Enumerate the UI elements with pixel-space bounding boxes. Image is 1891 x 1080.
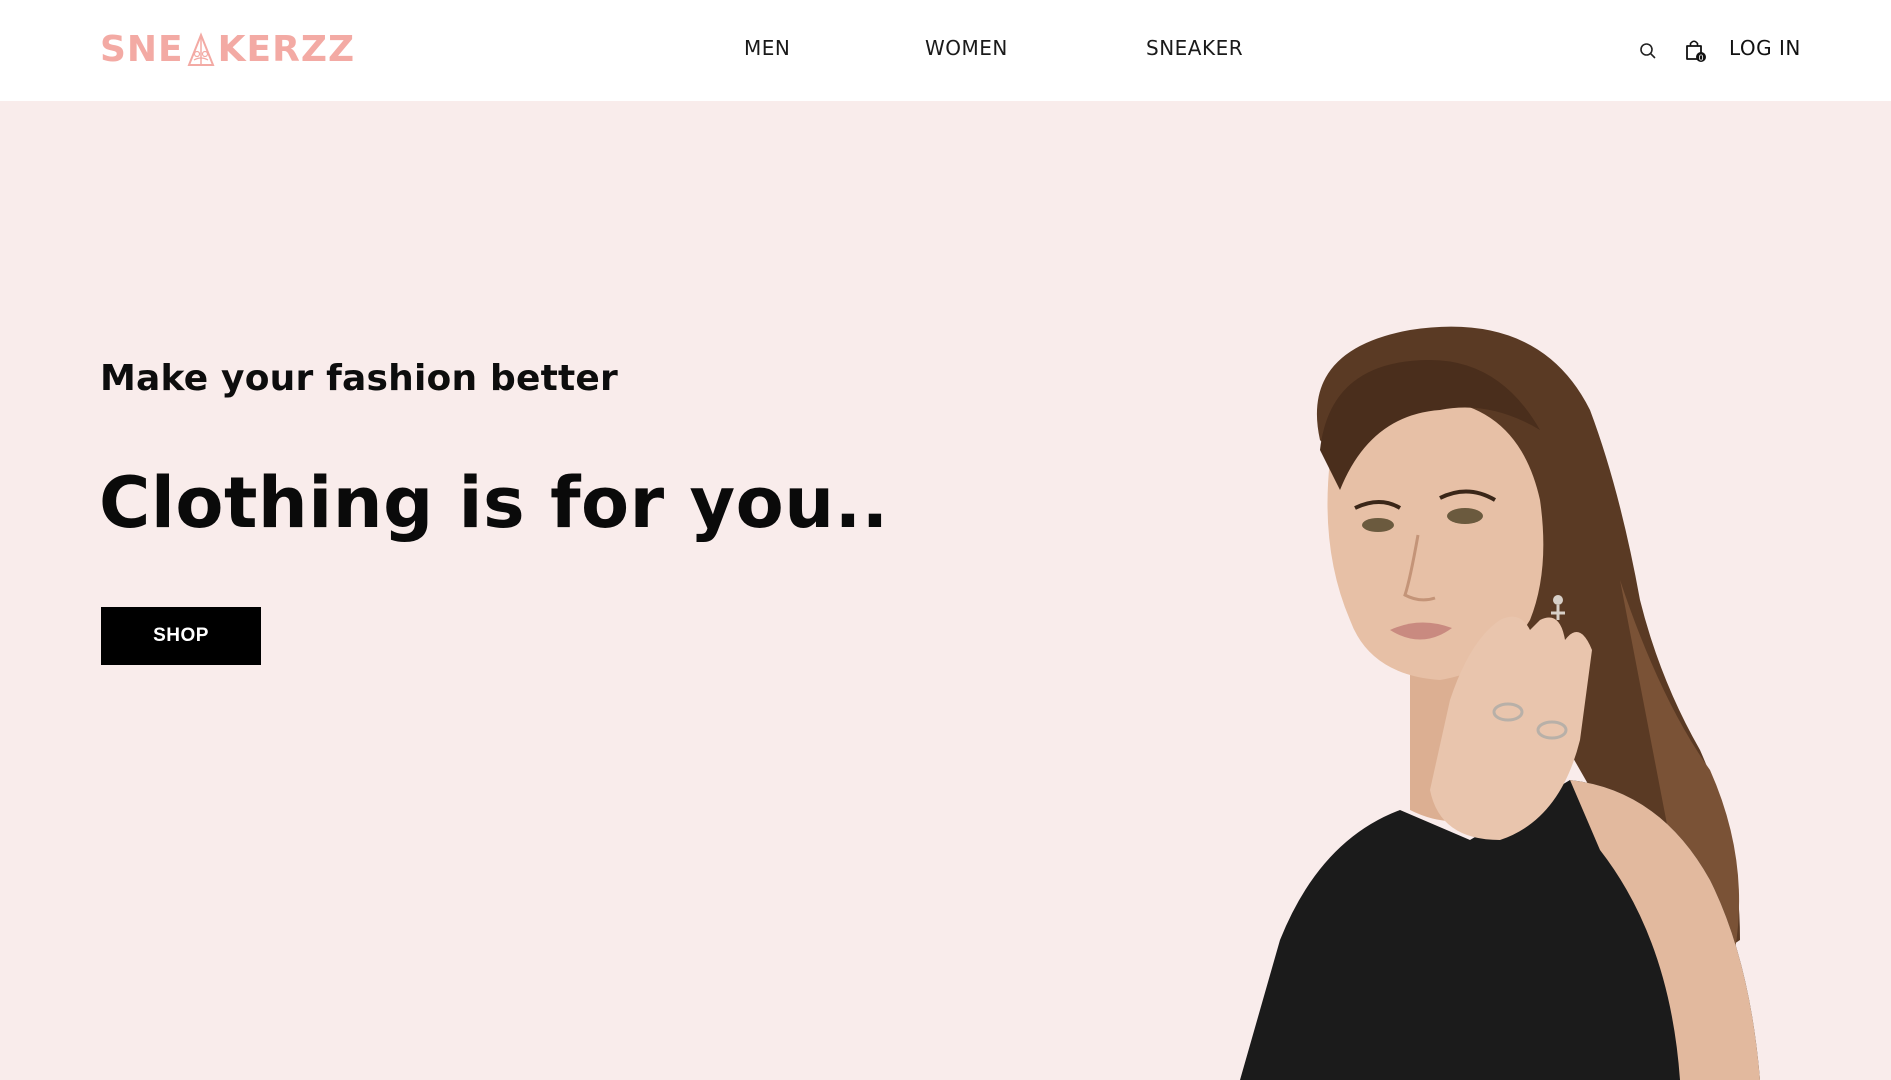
cart-count: 0 [1698, 54, 1703, 63]
shopping-bag-icon[interactable]: 0 [1683, 37, 1707, 65]
woman-portrait-image [1240, 326, 1760, 1080]
nav-sneaker[interactable]: SNEAKER [1146, 36, 1243, 66]
search-icon[interactable] [1638, 41, 1658, 61]
hero-subtitle: Make your fashion better [100, 358, 618, 399]
hero-headline: Clothing is for you.. [99, 462, 889, 544]
logo-text-left: SNE [100, 29, 184, 70]
brand-logo[interactable]: SNE KERZZ [100, 28, 355, 72]
logo-text-right: KERZZ [217, 29, 356, 70]
nav-women[interactable]: WOMEN [925, 36, 1008, 66]
nav-men[interactable]: MEN [744, 36, 790, 66]
login-link[interactable]: LOG IN [1729, 36, 1801, 60]
logo-mark-icon [187, 32, 215, 66]
shop-button[interactable]: SHOP [101, 607, 261, 665]
site-header: SNE KERZZ MEN WOMEN SNEAKER 0 LOG IN [0, 0, 1891, 101]
